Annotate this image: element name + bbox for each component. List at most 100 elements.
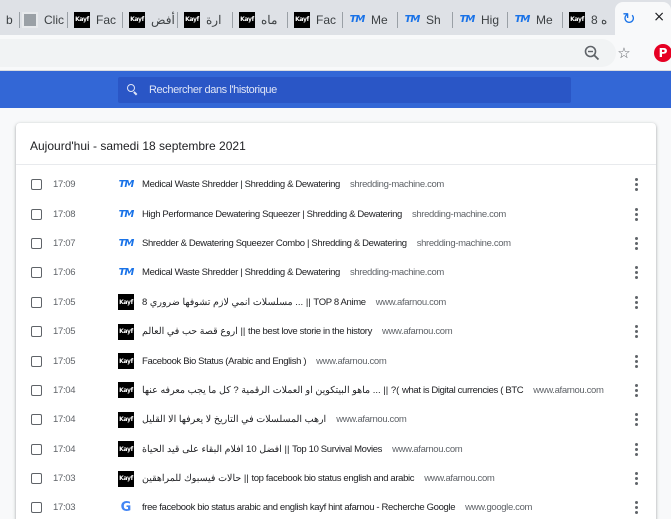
more-actions-icon[interactable]: [630, 206, 642, 222]
entry-checkbox[interactable]: [31, 414, 42, 426]
entry-title[interactable]: ماهو البيتكوين او العملات الرقمية ? كل م…: [142, 385, 524, 396]
entry-link[interactable]: High Performance Dewatering Squeezer | S…: [142, 209, 616, 220]
tab-title: ماه: [261, 12, 278, 27]
entry-title[interactable]: مسلسلات انمي لازم تشوفها ضروري 8 ... || …: [142, 297, 366, 308]
history-entry[interactable]: 17:09 TM Medical Waste Shredder | Shreddin…: [16, 170, 656, 199]
more-actions-icon[interactable]: [630, 265, 642, 281]
tm-logo-icon: TM: [118, 267, 135, 279]
tm-logo-icon: TM: [118, 237, 135, 249]
entry-checkbox[interactable]: [31, 502, 42, 514]
entry-domain: shredding-machine.com: [411, 208, 506, 220]
kayf-logo-icon: Kayf: [239, 11, 255, 28]
tab-title: ارة: [206, 12, 222, 27]
entry-link[interactable]: ماهو البيتكوين او العملات الرقمية ? كل م…: [142, 385, 616, 396]
entry-domain: www.afarnou.com: [424, 473, 495, 485]
entry-time: 17:04: [53, 443, 76, 455]
entry-title[interactable]: High Performance Dewatering Squeezer | S…: [142, 209, 402, 220]
tab[interactable]: TM Me: [508, 4, 563, 35]
entry-checkbox[interactable]: [31, 443, 42, 455]
tab-title: Me: [371, 12, 388, 27]
entry-link[interactable]: مسلسلات انمي لازم تشوفها ضروري 8 ... || …: [142, 297, 616, 308]
tab[interactable]: Kayf ارة: [178, 4, 233, 35]
entry-link[interactable]: Facebook Bio Status (Arabic and English …: [142, 356, 616, 367]
more-actions-icon[interactable]: [630, 353, 642, 369]
search-icon[interactable]: [127, 84, 139, 96]
tab-title: Clic: [44, 12, 64, 27]
entry-time: 17:05: [53, 355, 76, 367]
history-entry[interactable]: 17:08 TM High Performance Dewatering Squee…: [16, 199, 656, 228]
zoom-out-icon[interactable]: [583, 44, 601, 62]
entry-checkbox[interactable]: [31, 267, 42, 279]
tab[interactable]: TM Me: [343, 4, 398, 35]
more-actions-icon[interactable]: [630, 500, 642, 516]
entry-title[interactable]: Facebook Bio Status (Arabic and English …: [142, 356, 306, 367]
entry-title[interactable]: اروع قصة حب في العالم || the best love s…: [142, 326, 372, 337]
entry-time: 17:05: [53, 326, 76, 338]
entry-checkbox[interactable]: [31, 208, 42, 220]
entry-checkbox[interactable]: [31, 326, 42, 338]
entry-title[interactable]: حالات فيسبوك للمراهقين || top facebook b…: [142, 473, 415, 484]
entry-checkbox[interactable]: [31, 296, 42, 308]
tab[interactable]: Kayf Fac: [68, 4, 123, 35]
entry-title[interactable]: Medical Waste Shredder | Shredding & Dew…: [142, 267, 340, 278]
star-icon[interactable]: ☆: [615, 44, 633, 62]
tab-title: Hig: [481, 12, 500, 27]
more-actions-icon[interactable]: [630, 471, 642, 487]
more-actions-icon[interactable]: [630, 177, 642, 193]
entry-checkbox[interactable]: [31, 237, 42, 249]
entry-link[interactable]: Medical Waste Shredder | Shredding & Dew…: [142, 267, 616, 278]
tab-title: أفض: [151, 12, 175, 27]
entry-link[interactable]: ارهب المسلسلات في التاريخ لا يعرفها الا …: [142, 414, 616, 425]
history-entry[interactable]: 17:05 Kayf مسلسلات انمي لازم تشوفها ضروري …: [16, 288, 656, 317]
more-actions-icon[interactable]: [630, 382, 642, 398]
more-actions-icon[interactable]: [630, 324, 642, 340]
entry-domain: shredding-machine.com: [416, 237, 511, 249]
tab[interactable]: Kayf ماه: [233, 4, 288, 35]
more-actions-icon[interactable]: [630, 294, 642, 310]
history-entry[interactable]: 17:04 Kayf افضل 10 افلام البقاء على قيد ال…: [16, 435, 656, 464]
history-entry[interactable]: 17:07 TM Shredder & Dewatering Squeezer Co…: [16, 229, 656, 258]
kayf-logo-icon: Kayf: [118, 470, 134, 487]
history-entry[interactable]: 17:03 Gfree facebook bio status arabic an…: [16, 493, 656, 519]
entry-link[interactable]: Shredder & Dewatering Squeezer Combo | S…: [142, 238, 616, 249]
entry-checkbox[interactable]: [31, 179, 42, 191]
tab[interactable]: TM Hig: [453, 4, 508, 35]
entry-checkbox[interactable]: [31, 355, 42, 367]
close-icon[interactable]: ×: [653, 9, 665, 25]
entry-link[interactable]: free facebook bio status arabic and engl…: [142, 502, 616, 513]
tab-history-active[interactable]: ↻ ×: [615, 2, 671, 35]
entry-title[interactable]: Medical Waste Shredder | Shredding & Dew…: [142, 179, 340, 190]
entry-link[interactable]: Medical Waste Shredder | Shredding & Dew…: [142, 179, 616, 190]
entry-checkbox[interactable]: [31, 384, 42, 396]
address-bar[interactable]: [0, 39, 616, 67]
search-input[interactable]: [149, 80, 571, 100]
tab[interactable]: Kayf أفض: [123, 4, 178, 35]
entry-link[interactable]: حالات فيسبوك للمراهقين || top facebook b…: [142, 473, 616, 484]
history-entry[interactable]: 17:04 Kayf ماهو البيتكوين او العملات الرقم…: [16, 376, 656, 405]
more-actions-icon[interactable]: [630, 235, 642, 251]
entry-title[interactable]: افضل 10 افلام البقاء على قيد الحياة || T…: [142, 444, 382, 455]
tab[interactable]: Clic: [16, 4, 68, 35]
tab[interactable]: Kayf Fac: [288, 4, 343, 35]
tab[interactable]: TM Sh: [398, 4, 453, 35]
entry-domain: shredding-machine.com: [349, 179, 444, 191]
history-entry[interactable]: 17:04 Kayf ارهب المسلسلات في التاريخ لا يع…: [16, 405, 656, 434]
kayf-logo-icon: Kayf: [118, 411, 134, 428]
history-entry[interactable]: 17:06 TM Medical Waste Shredder | Shreddin…: [16, 258, 656, 287]
google-icon: G: [120, 500, 132, 516]
more-actions-icon[interactable]: [630, 412, 642, 428]
kayf-logo-icon: Kayf: [569, 11, 585, 28]
entry-title[interactable]: ارهب المسلسلات في التاريخ لا يعرفها الا …: [142, 414, 327, 425]
entry-link[interactable]: افضل 10 افلام البقاء على قيد الحياة || T…: [142, 444, 616, 455]
history-entry[interactable]: 17:05 Kayf اروع قصة حب في العالم || the be…: [16, 317, 656, 346]
more-actions-icon[interactable]: [630, 441, 642, 457]
history-entry[interactable]: 17:05 Kayf Facebook Bio Status (Arabic and…: [16, 346, 656, 375]
pinterest-icon[interactable]: P: [654, 44, 671, 62]
entry-checkbox[interactable]: [31, 473, 42, 485]
entry-title[interactable]: Shredder & Dewatering Squeezer Combo | S…: [142, 238, 407, 249]
kayf-logo-icon: Kayf: [118, 294, 134, 311]
entry-link[interactable]: اروع قصة حب في العالم || the best love s…: [142, 326, 616, 337]
tab[interactable]: Kayf 8 ه: [563, 4, 615, 35]
history-entry[interactable]: 17:03 Kayf حالات فيسبوك للمراهقين || top f…: [16, 464, 656, 493]
entry-title[interactable]: free facebook bio status arabic and engl…: [142, 502, 456, 513]
